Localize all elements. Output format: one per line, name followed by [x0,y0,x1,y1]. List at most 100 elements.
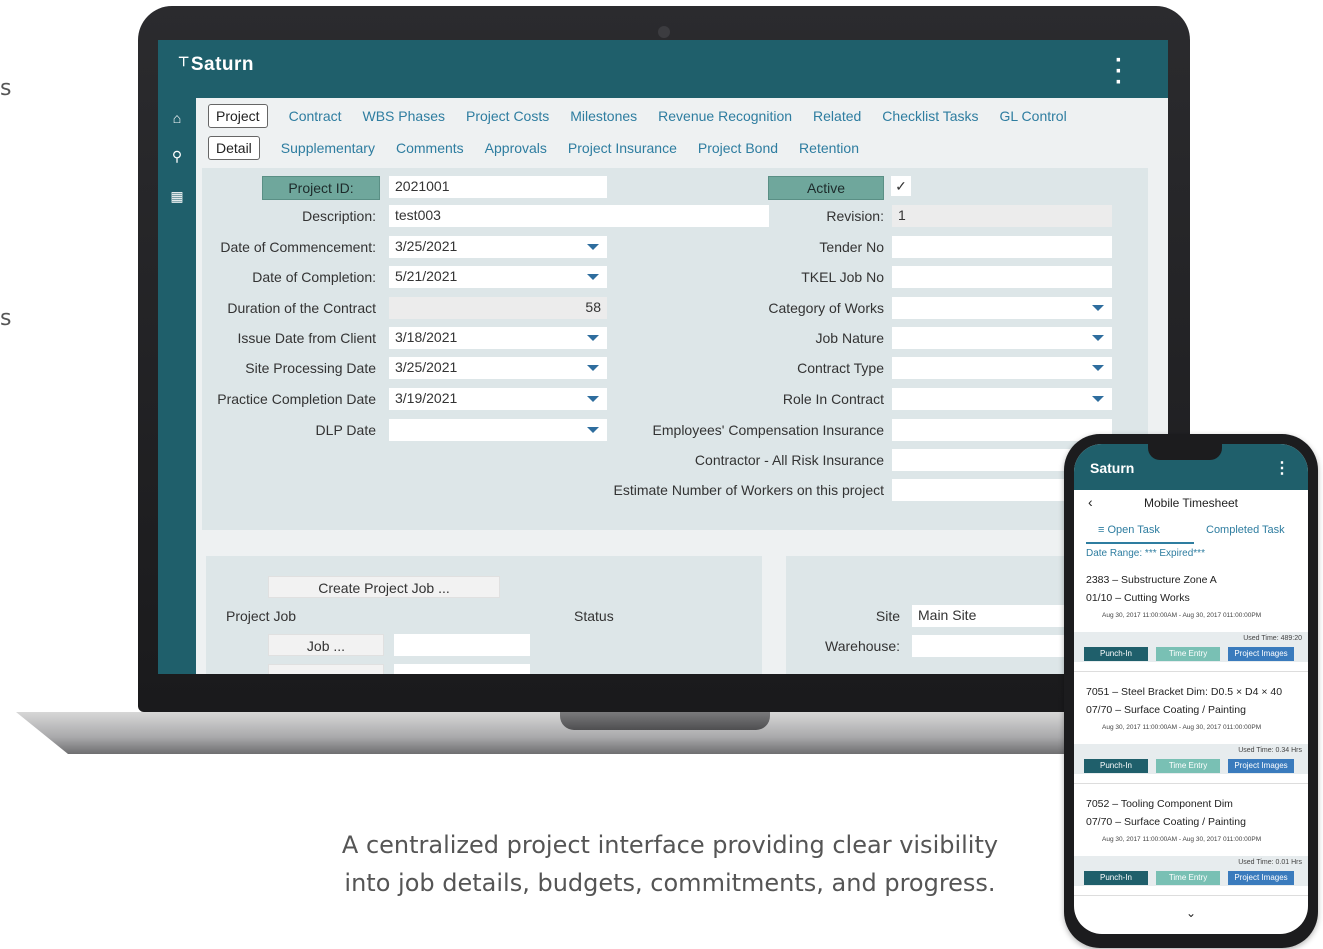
time-entry-button[interactable]: Time Entry [1156,759,1220,773]
create-project-job-button[interactable]: Create Project Job ... [268,576,500,598]
tab-gl-control[interactable]: GL Control [1000,108,1067,124]
used-time: Used Time: 0.01 Hrs [1238,859,1302,866]
site-processing-date-label: Site Processing Date [245,360,376,376]
kebab-menu-icon[interactable]: · · · [1114,48,1124,94]
commencement-date-value: 3/25/2021 [395,238,458,254]
time-entry-button[interactable]: Time Entry [1156,871,1220,885]
dropdown-arrow-icon [587,335,599,341]
tab-detail[interactable]: Detail [208,136,260,160]
job-button[interactable]: Job ... [268,634,384,656]
tkel-job-no-field[interactable] [892,266,1112,288]
job-field[interactable] [394,634,530,656]
caption-line-1: A centralized project interface providin… [341,831,999,859]
revision-field: 1 [892,205,1112,227]
tab-checklist-tasks[interactable]: Checklist Tasks [882,108,978,124]
tab-open-task[interactable]: ≡ Open Task [1098,524,1160,536]
commencement-date-picker[interactable]: 3/25/2021 [389,236,607,258]
task-subtitle: 07/70 – Surface Coating / Painting [1086,704,1246,716]
punch-in-button[interactable]: Punch-In [1084,647,1148,661]
project-id-label: Project ID: [262,176,380,200]
task-card[interactable]: 2383 – Substructure Zone A 01/10 – Cutti… [1074,568,1308,672]
task-dates: Aug 30, 2017 11:00:00AM - Aug 30, 2017 0… [1102,836,1262,843]
revision-value: 1 [898,207,906,223]
practice-completion-date-picker[interactable]: 3/19/2021 [389,388,607,410]
date-range: Date Range: *** Expired*** [1086,548,1205,559]
dropdown-arrow-icon [587,244,599,250]
tab-project-insurance[interactable]: Project Insurance [568,140,677,156]
task-card[interactable]: 7051 – Steel Bracket Dim: D0.5 × D4 × 40… [1074,680,1308,784]
tab-approvals[interactable]: Approvals [485,140,547,156]
active-label: Active [768,176,884,200]
employees-compensation-insurance-field[interactable] [892,419,1112,441]
tab-project-costs[interactable]: Project Costs [466,108,549,124]
dropdown-arrow-icon [1092,365,1104,371]
kebab-menu-icon[interactable]: ⋮ [1274,458,1290,478]
status-label: Status [574,608,614,624]
completion-date-picker[interactable]: 5/21/2021 [389,266,607,288]
punch-in-button[interactable]: Punch-In [1084,759,1148,773]
completion-date-label: Date of Completion: [252,269,376,285]
duration-label: Duration of the Contract [227,300,376,316]
tab-project[interactable]: Project [208,104,268,128]
grid-icon[interactable]: ▦ [158,188,196,205]
tab-contract[interactable]: Contract [289,108,342,124]
secondary-tabs: Detail Supplementary Comments Approvals … [208,134,880,162]
crane-logo-icon: ⊤ [178,54,190,69]
description-field[interactable]: test003 [389,205,769,227]
job-nature-select[interactable] [892,327,1112,349]
hidden-button[interactable] [268,664,384,674]
estimate-workers-label: Estimate Number of Workers on this proje… [613,482,884,498]
description-value: test003 [395,207,441,223]
tab-comments[interactable]: Comments [396,140,464,156]
task-title: 2383 – Substructure Zone A [1086,574,1217,586]
task-card[interactable]: 7052 – Tooling Component Dim 07/70 – Sur… [1074,792,1308,896]
duration-value: 58 [585,299,601,315]
contractor-all-risk-insurance-label: Contractor - All Risk Insurance [694,452,884,468]
task-dates: Aug 30, 2017 11:00:00AM - Aug 30, 2017 0… [1102,612,1262,619]
project-images-button[interactable]: Project Images [1228,759,1294,773]
desktop-app-window: ⊤Saturn · · · ⌂ ⚲ ▦ Project Contract WBS P… [158,40,1168,674]
duration-field: 58 [389,297,607,319]
primary-tabs: Project Contract WBS Phases Project Cost… [208,102,1088,130]
sidebar: ⌂ ⚲ ▦ [158,98,196,674]
practice-completion-date-label: Practice Completion Date [217,391,376,407]
edge-text-fragment: s [0,76,12,101]
tab-related[interactable]: Related [813,108,861,124]
dlp-date-picker[interactable] [389,419,607,441]
tab-retention[interactable]: Retention [799,140,859,156]
project-images-button[interactable]: Project Images [1228,871,1294,885]
tab-revenue-recognition[interactable]: Revenue Recognition [658,108,792,124]
site-value: Main Site [918,607,977,623]
tender-no-field[interactable] [892,236,1112,258]
tab-project-bond[interactable]: Project Bond [698,140,778,156]
category-of-works-select[interactable] [892,297,1112,319]
tab-milestones[interactable]: Milestones [570,108,637,124]
issue-date-picker[interactable]: 3/18/2021 [389,327,607,349]
role-in-contract-select[interactable] [892,388,1112,410]
contract-type-select[interactable] [892,357,1112,379]
used-time: Used Time: 0.34 Hrs [1238,747,1302,754]
commencement-date-label: Date of Commencement: [220,239,376,255]
task-subtitle: 07/70 – Surface Coating / Painting [1086,816,1246,828]
home-icon[interactable]: ⌂ [158,110,196,126]
site-label: Site [875,608,900,624]
site-processing-date-value: 3/25/2021 [395,359,458,375]
active-checkbox[interactable]: ✓ [891,176,911,196]
project-id-field[interactable]: 2021001 [389,176,607,198]
dlp-date-label: DLP Date [315,422,376,438]
tab-supplementary[interactable]: Supplementary [281,140,375,156]
completion-date-value: 5/21/2021 [395,268,458,284]
tab-wbs-phases[interactable]: WBS Phases [363,108,445,124]
site-processing-date-picker[interactable]: 3/25/2021 [389,357,607,379]
search-icon[interactable]: ⚲ [158,148,196,165]
punch-in-button[interactable]: Punch-In [1084,871,1148,885]
time-entry-button[interactable]: Time Entry [1156,647,1220,661]
issue-date-value: 3/18/2021 [395,329,458,345]
project-images-button[interactable]: Project Images [1228,647,1294,661]
practice-completion-date-value: 3/19/2021 [395,390,458,406]
hidden-field[interactable] [394,664,530,674]
page: s s ⊤Saturn · · · ⌂ ⚲ ▦ Project Contract W… [0,0,1323,949]
tab-completed-task[interactable]: Completed Task [1206,524,1285,536]
chevron-down-icon[interactable]: ⌄ [1074,906,1308,920]
tender-no-label: Tender No [819,239,884,255]
